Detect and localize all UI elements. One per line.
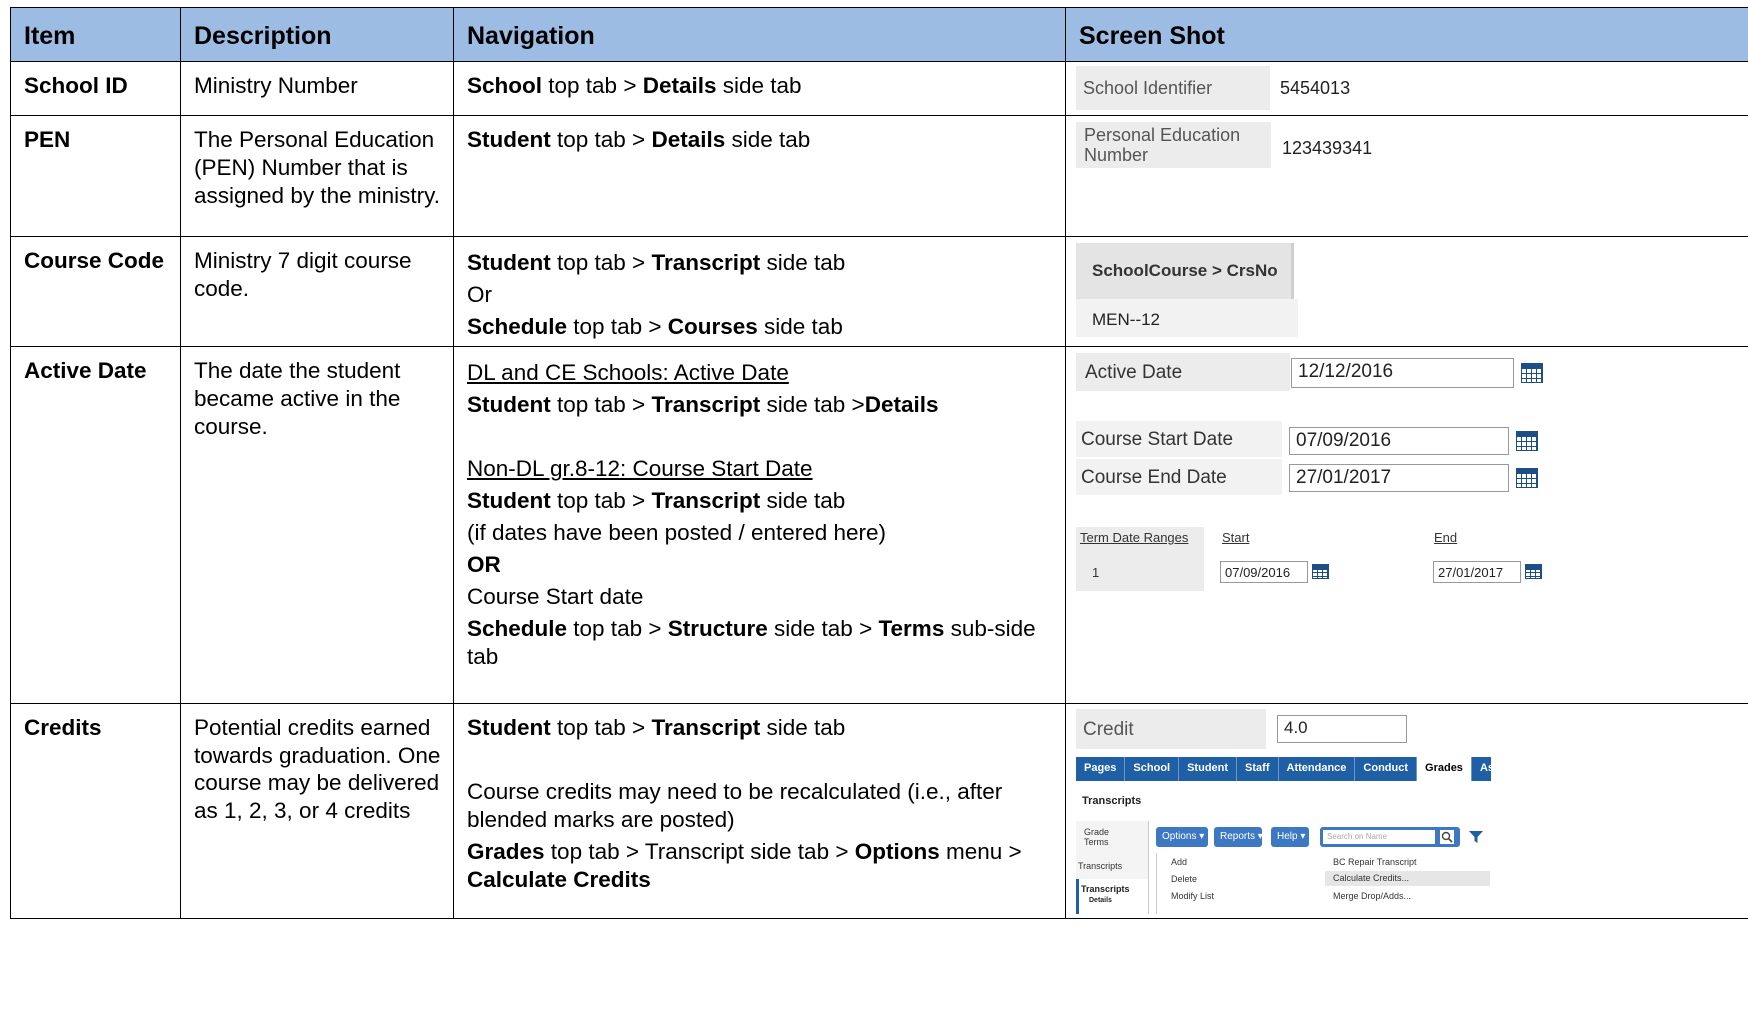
side-item-transcripts[interactable]: Transcripts [1078,861,1122,871]
top-tab-bar: Pages School Student Staff Attendance Co… [1076,757,1491,781]
item-cell: Course Code [24,248,165,273]
side-item-transcripts-label: Transcripts [1081,884,1130,894]
item-cell: PEN [24,127,71,152]
table-row: Active Date The date the student became … [10,346,1748,704]
credit-input[interactable]: 4.0 [1277,715,1407,743]
navigation-cell: School top tab > Details side tab [467,73,802,98]
navigation-cell: Student top tab > Transcript side tab Co… [467,715,1022,892]
active-date-label: Active Date [1076,353,1290,391]
school-identifier-label: School Identifier [1076,66,1270,110]
side-item-details-label: Details [1089,897,1112,904]
reference-table: Item Description Navigation Screen Shot … [10,7,1748,919]
pen-label: Personal Education Number [1076,122,1271,168]
calendar-icon[interactable] [1312,564,1329,579]
menu-item-modify-list[interactable]: Modify List [1171,891,1214,901]
menu-item-delete[interactable]: Delete [1171,874,1197,884]
options-menu: Add Delete Modify List BC Repair Transcr… [1156,853,1491,914]
navigation-cell: Student top tab > Transcript side tab Or… [467,250,846,339]
search-box: Search on Name [1320,827,1460,847]
crsno-value: MEN--12 [1076,299,1298,337]
search-icon[interactable] [1440,830,1454,844]
calendar-icon[interactable] [1516,468,1538,488]
table-row: Credits Potential credits earned towards… [10,703,1748,919]
header-screenshot: Screen Shot [1065,7,1748,62]
school-identifier-value: 5454013 [1280,78,1351,98]
item-cell: School ID [24,73,128,98]
table-row: PEN The Personal Education (PEN) Number … [10,115,1748,237]
course-end-date-input[interactable]: 27/01/2017 [1289,464,1509,492]
aspen-app-preview: Pages School Student Staff Attendance Co… [1076,757,1491,914]
tab-school[interactable]: School [1125,757,1180,781]
header-description: Description [180,7,454,62]
pen-value: 123439341 [1282,138,1373,158]
tab-conduct[interactable]: Conduct [1355,757,1418,781]
tab-pages[interactable]: Pages [1076,757,1126,781]
reports-button[interactable]: Reports ▾ [1214,827,1263,847]
term-start-header: Start [1222,530,1250,545]
menu-item-add[interactable]: Add [1171,857,1187,867]
menu-item-bc-repair-transcript[interactable]: BC Repair Transcript [1333,857,1417,867]
description-cell: Ministry 7 digit course code. [194,248,412,301]
course-end-date-label: Course End Date [1076,459,1282,495]
term-end-input[interactable]: 27/01/2017 [1433,561,1521,583]
description-cell: Potential credits earned towards graduat… [194,715,441,823]
table-row: Course Code Ministry 7 digit course code… [10,236,1748,347]
header-row: Item Description Navigation Screen Shot [10,7,1748,62]
navigation-cell: DL and CE Schools: Active Date Student t… [467,360,1036,669]
term-number: 1 [1092,565,1100,580]
menu-item-merge-drop-adds[interactable]: Merge Drop/Adds... [1333,891,1411,901]
tab-assess[interactable]: Assess [1472,757,1491,781]
course-start-date-label: Course Start Date [1076,421,1282,457]
credit-label: Credit [1076,709,1266,749]
header-item: Item [10,7,181,62]
calendar-icon[interactable] [1521,363,1543,383]
term-date-ranges-header: Term Date Ranges [1080,530,1189,545]
navigation-cell: Student top tab > Details side tab [467,127,811,152]
side-item-transcripts-active[interactable]: Transcripts Details [1076,879,1148,914]
page-title: Transcripts [1082,795,1142,807]
tab-grades[interactable]: Grades [1417,757,1472,781]
term-start-input[interactable]: 07/09/2016 [1220,561,1308,583]
screenshot-cell: Personal Education Number 123439341 [1065,115,1748,237]
screenshot-cell: Credit 4.0 Pages School Student Staff At… [1065,703,1748,919]
active-date-input[interactable]: 12/12/2016 [1291,358,1514,388]
item-cell: Active Date [24,358,147,383]
tab-student[interactable]: Student [1179,757,1238,781]
table-row: School ID Ministry Number School top tab… [10,61,1748,116]
description-cell: The Personal Education (PEN) Number that… [194,127,440,208]
crsno-column-header: SchoolCourse > CrsNo [1076,243,1294,299]
description-cell: The date the student became active in th… [194,358,401,439]
calendar-icon[interactable] [1516,431,1538,451]
filter-icon[interactable] [1468,829,1484,850]
side-item-grade-terms[interactable]: Grade Terms [1084,827,1114,847]
search-input[interactable]: Search on Name [1323,830,1435,844]
help-button[interactable]: Help ▾ [1271,827,1309,847]
menu-item-calculate-credits[interactable]: Calculate Credits... [1325,871,1490,886]
description-cell: Ministry Number [194,73,358,98]
item-cell: Credits [24,715,102,740]
options-button[interactable]: Options ▾ [1156,827,1208,847]
course-start-date-input[interactable]: 07/09/2016 [1289,427,1509,455]
calendar-icon[interactable] [1525,564,1542,579]
screenshot-cell: Active Date 12/12/2016 Course Start Date… [1065,346,1748,704]
header-navigation: Navigation [453,7,1066,62]
term-end-header: End [1434,530,1458,545]
tab-attendance[interactable]: Attendance [1279,757,1356,781]
tab-staff[interactable]: Staff [1237,757,1279,781]
screenshot-cell: SchoolCourse > CrsNo MEN--12 [1065,236,1748,347]
screenshot-cell: School Identifier 5454013 [1065,61,1748,116]
